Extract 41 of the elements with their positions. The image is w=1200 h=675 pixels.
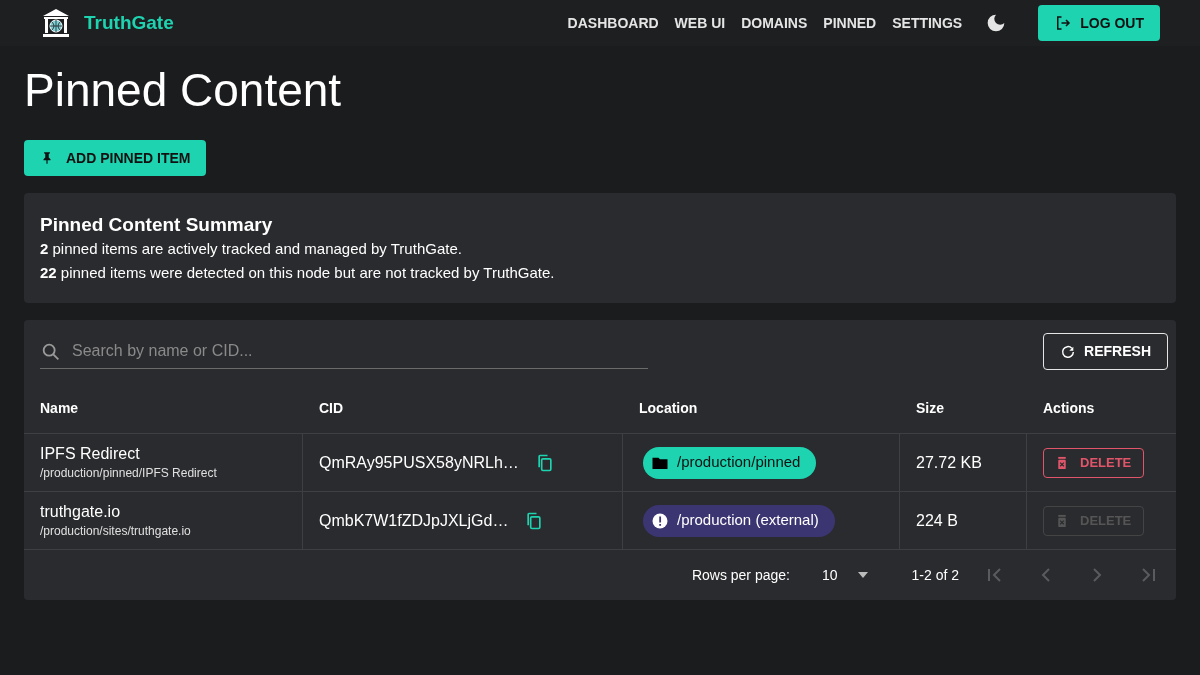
column-header: Actions <box>1042 399 1096 418</box>
rows-per-page-select[interactable]: 10 <box>821 564 868 586</box>
page-title: Pinned Content <box>24 63 343 118</box>
column-header: CID <box>318 399 345 418</box>
building-globe-icon <box>40 7 72 39</box>
logout-button[interactable]: LOG OUT <box>1038 5 1160 41</box>
trash-icon <box>1056 455 1068 470</box>
cid-text: QmRAy95PUSX58yNRLh… <box>319 452 519 473</box>
item-path: /production/pinned/IPFS Redirect <box>40 464 218 482</box>
item-name: truthgate.io <box>40 501 122 522</box>
brand-name: TruthGate <box>84 10 174 35</box>
summary-title: Pinned Content Summary <box>40 213 274 237</box>
nav-link[interactable]: DASHBOARD <box>567 12 659 34</box>
refresh-button[interactable]: REFRESH <box>1043 333 1168 370</box>
nav-link[interactable]: PINNED <box>823 12 877 34</box>
nav-link[interactable]: DOMAINS <box>741 12 808 34</box>
column-header: Location <box>638 399 699 418</box>
refresh-icon <box>1060 343 1077 360</box>
trash-icon <box>1056 513 1068 528</box>
page-range: 1-2 of 2 <box>911 565 959 585</box>
summary-text: 22 pinned items were detected on this node but are not tracked by TruthGate. <box>40 263 556 283</box>
size-text: 224 B <box>916 510 958 531</box>
item-name: IPFS Redirect <box>40 443 141 464</box>
cid-text: QmbK7W1fZDJpJXLjGd… <box>319 510 509 531</box>
search-field[interactable]: Search by name or CID... <box>40 334 648 369</box>
moon-icon <box>986 13 1007 33</box>
caret-down-icon <box>857 572 868 578</box>
size-text: 27.72 KB <box>916 452 982 473</box>
summary-text: 2 pinned items are actively tracked and managed by TruthGate. <box>40 239 463 259</box>
logout-icon <box>1054 14 1073 32</box>
nav-link[interactable]: WEB UI <box>674 12 726 34</box>
nav-link[interactable]: SETTINGS <box>892 12 963 34</box>
location-chip: /production (external) <box>643 504 835 537</box>
location-chip: /production/pinned <box>643 446 817 479</box>
column-header: Size <box>915 399 945 418</box>
exclamation-circle-icon <box>651 511 669 530</box>
add-pinned-item-button[interactable]: ADD PINNED ITEM <box>24 140 207 176</box>
delete-button[interactable]: DELETE <box>1043 447 1145 478</box>
rows-per-page-label: Rows per page: <box>691 565 790 585</box>
item-path: /production/sites/truthgate.io <box>40 522 192 540</box>
column-header: Name <box>39 399 80 418</box>
